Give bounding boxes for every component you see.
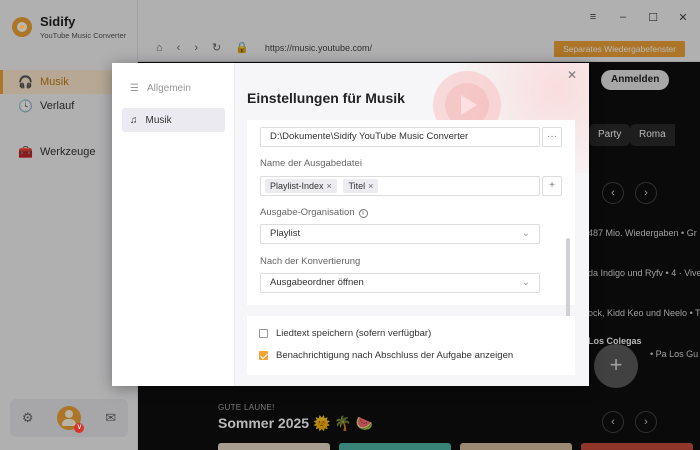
- dialog-nav-label: Musik: [145, 114, 172, 126]
- play-icon: [461, 95, 477, 115]
- notify-checkbox[interactable]: [259, 351, 268, 360]
- sliders-icon: ☰: [130, 82, 139, 94]
- settings-dialog: ☰ Allgemein ♫ Musik ✕ Einstellungen für …: [112, 63, 589, 386]
- lyrics-checkbox[interactable]: [259, 329, 268, 338]
- browse-button[interactable]: ···: [542, 127, 562, 147]
- notify-label: Benachrichtigung nach Abschluss der Aufg…: [276, 350, 514, 361]
- lyrics-option[interactable]: Liedtext speichern (sofern verfügbar): [259, 328, 431, 339]
- dialog-nav-allgemein[interactable]: ☰ Allgemein: [122, 76, 225, 100]
- filename-label: Name der Ausgabedatei: [260, 158, 362, 169]
- dialog-content: ✕ Einstellungen für Musik D:\Dokumente\S…: [235, 63, 589, 386]
- organization-select[interactable]: Playlist ⌄: [260, 224, 540, 244]
- organization-label: Ausgabe-Organisation i: [260, 207, 368, 218]
- options-card: Liedtext speichern (sofern verfügbar) Be…: [247, 316, 575, 375]
- chevron-down-icon: ⌄: [521, 277, 530, 288]
- add-tag-button[interactable]: +: [542, 176, 562, 196]
- after-conversion-label: Nach der Konvertierung: [260, 256, 361, 267]
- output-path-field[interactable]: D:\Dokumente\Sidify YouTube Music Conver…: [260, 127, 540, 147]
- after-conversion-select[interactable]: Ausgabeordner öffnen ⌄: [260, 273, 540, 293]
- filename-tag: Playlist-Index ×: [265, 179, 337, 193]
- close-icon[interactable]: ✕: [567, 68, 577, 82]
- lyrics-label: Liedtext speichern (sofern verfügbar): [276, 328, 432, 339]
- dialog-sidebar: ☰ Allgemein ♫ Musik: [112, 63, 235, 386]
- chevron-down-icon: ⌄: [521, 228, 530, 239]
- filename-field[interactable]: Playlist-Index × Titel ×: [260, 176, 540, 196]
- settings-card: D:\Dokumente\Sidify YouTube Music Conver…: [247, 120, 575, 305]
- filename-tag: Titel ×: [343, 179, 379, 193]
- remove-tag-icon[interactable]: ×: [368, 181, 373, 191]
- dialog-nav-label: Allgemein: [146, 82, 191, 94]
- remove-tag-icon[interactable]: ×: [327, 181, 332, 191]
- music-note-icon: ♫: [130, 114, 138, 126]
- info-icon[interactable]: i: [358, 209, 368, 218]
- dialog-title: Einstellungen für Musik: [247, 90, 405, 106]
- dialog-nav-musik[interactable]: ♫ Musik: [122, 108, 225, 132]
- notify-option[interactable]: Benachrichtigung nach Abschluss der Aufg…: [259, 350, 513, 361]
